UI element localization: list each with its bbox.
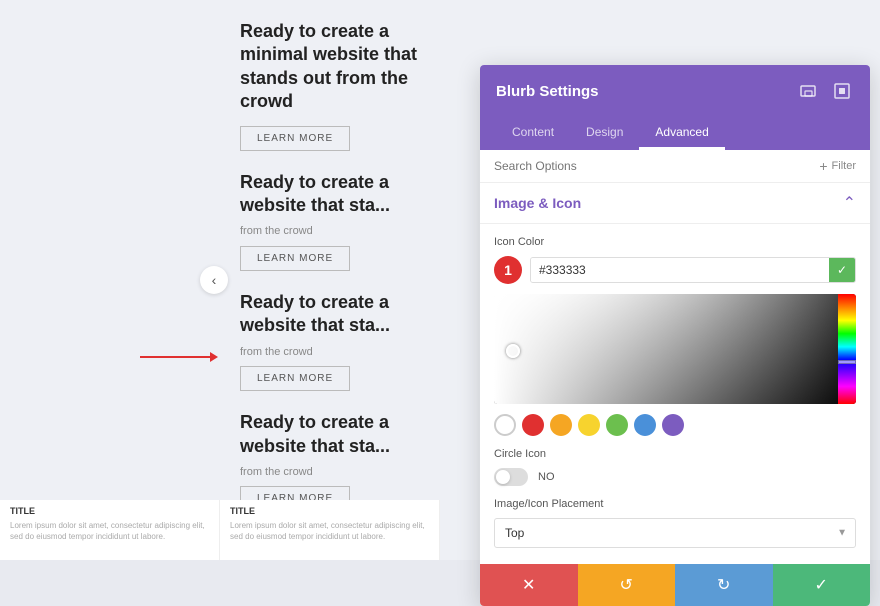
color-swatches-row: [494, 414, 856, 436]
blurb-heading: Ready to create a website that sta...: [240, 171, 420, 218]
cancel-button[interactable]: ✕: [480, 564, 578, 606]
panel-footer: ✕ ↺ ↻ ✓: [480, 564, 870, 606]
circle-icon-toggle-label: NO: [538, 471, 555, 483]
color-picker-gradient[interactable]: [494, 294, 856, 404]
swatch-green[interactable]: [606, 414, 628, 436]
panel-search-bar: + Filter: [480, 150, 870, 183]
hue-handle[interactable]: [838, 360, 856, 364]
undo-button[interactable]: ↺: [578, 564, 676, 606]
red-arrow-line: [140, 356, 210, 358]
color-hex-input[interactable]: [531, 258, 829, 282]
toggle-knob: [496, 470, 510, 484]
blurb-item: Ready to create a website that sta... fr…: [220, 171, 440, 281]
placement-select-wrap: Top Left Right Bottom ▼: [494, 518, 856, 548]
filter-label: Filter: [832, 160, 856, 172]
filter-button[interactable]: + Filter: [819, 158, 856, 174]
circle-icon-toggle-row: NO: [494, 468, 856, 486]
color-input-box: ✓: [530, 257, 856, 283]
tab-design[interactable]: Design: [570, 117, 639, 150]
page-blurbs: Ready to create a minimal website that s…: [220, 20, 440, 521]
section-toggle-icon[interactable]: ⌃: [843, 193, 856, 213]
tab-advanced[interactable]: Advanced: [639, 117, 724, 150]
hue-bar-container[interactable]: [838, 294, 856, 404]
blurb-settings-panel: Blurb Settings Content Design Advanced: [480, 65, 870, 606]
color-step-number: 1: [494, 256, 522, 284]
learn-more-button[interactable]: LEARN MORE: [240, 366, 350, 391]
placement-label: Image/Icon Placement: [494, 498, 856, 510]
red-arrow-head: [210, 352, 218, 362]
swatch-yellow[interactable]: [578, 414, 600, 436]
panel-title: Blurb Settings: [496, 83, 599, 100]
circle-icon-toggle[interactable]: [494, 468, 528, 486]
section-title: Image & Icon: [494, 195, 581, 211]
learn-more-button[interactable]: LEARN MORE: [240, 126, 350, 151]
swatch-orange[interactable]: [550, 414, 572, 436]
blurb-text: from the crowd: [240, 344, 420, 361]
blurb-item: Ready to create a minimal website that s…: [220, 20, 440, 161]
save-button[interactable]: ✓: [773, 564, 871, 606]
bottom-table: TITLE Lorem ipsum dolor sit amet, consec…: [0, 500, 440, 560]
panel-header: Blurb Settings: [480, 65, 870, 117]
gradient-field[interactable]: [494, 294, 856, 404]
hue-bar[interactable]: [838, 294, 856, 404]
table-col-title: TITLE: [230, 506, 429, 516]
learn-more-button[interactable]: LEARN MORE: [240, 246, 350, 271]
blurb-heading: Ready to create a website that sta...: [240, 411, 420, 458]
blurb-item: Ready to create a website that sta... fr…: [220, 291, 440, 401]
search-input[interactable]: [494, 159, 819, 173]
filter-plus-icon: +: [819, 158, 827, 174]
panel-close-icon[interactable]: [830, 79, 854, 103]
picker-handle[interactable]: [506, 344, 520, 358]
blurb-text: from the crowd: [240, 464, 420, 481]
panel-responsive-icon[interactable]: [796, 79, 820, 103]
swatch-empty[interactable]: [494, 414, 516, 436]
panel-body: Icon Color 1 ✓: [480, 224, 870, 564]
table-col-text: Lorem ipsum dolor sit amet, consectetur …: [10, 520, 209, 542]
circle-icon-label: Circle Icon: [494, 448, 856, 460]
blurb-text: from the crowd: [240, 223, 420, 240]
image-icon-section-header[interactable]: Image & Icon ⌃: [480, 183, 870, 224]
table-col: TITLE Lorem ipsum dolor sit amet, consec…: [220, 500, 440, 560]
swatch-red[interactable]: [522, 414, 544, 436]
swatch-purple[interactable]: [662, 414, 684, 436]
placement-section: Image/Icon Placement Top Left Right Bott…: [494, 498, 856, 548]
placement-select[interactable]: Top Left Right Bottom: [495, 519, 855, 547]
redo-button[interactable]: ↻: [675, 564, 773, 606]
swatch-blue[interactable]: [634, 414, 656, 436]
blurb-heading: Ready to create a minimal website that s…: [240, 20, 420, 114]
panel-tabs: Content Design Advanced: [480, 117, 870, 150]
blurb-heading: Ready to create a website that sta...: [240, 291, 420, 338]
red-arrow-indicator: [140, 352, 218, 362]
icon-color-row: 1 ✓: [494, 256, 856, 284]
color-confirm-button[interactable]: ✓: [829, 258, 855, 282]
tab-content[interactable]: Content: [496, 117, 570, 150]
table-col-title: TITLE: [10, 506, 209, 516]
panel-header-icons: [796, 79, 854, 103]
nav-arrow-left[interactable]: ‹: [200, 266, 228, 294]
table-col: TITLE Lorem ipsum dolor sit amet, consec…: [0, 500, 220, 560]
table-col-text: Lorem ipsum dolor sit amet, consectetur …: [230, 520, 429, 542]
icon-color-label: Icon Color: [494, 236, 856, 248]
